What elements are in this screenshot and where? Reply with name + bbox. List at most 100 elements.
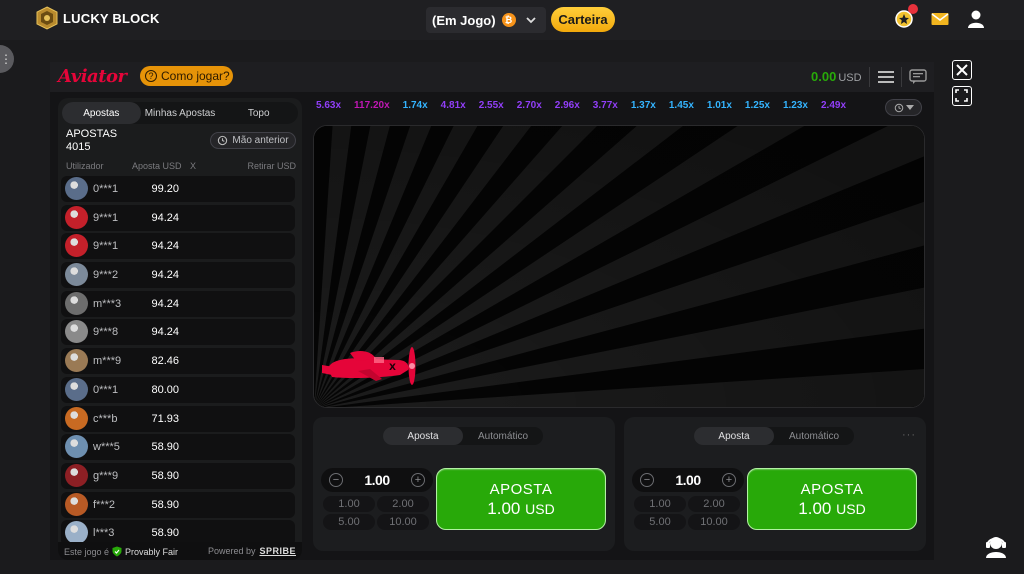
tab-auto[interactable]: Automático: [463, 427, 543, 445]
tab-bet[interactable]: Aposta: [383, 427, 463, 445]
username: f***2: [93, 498, 116, 511]
quick-amount-10[interactable]: 10.00: [688, 514, 740, 530]
place-bet-currency: USD: [525, 501, 555, 517]
logo-icon: [36, 6, 58, 30]
username: 9***1: [93, 240, 119, 253]
avatar: [65, 234, 88, 258]
menu-icon[interactable]: [878, 70, 894, 84]
how-to-play-button[interactable]: ? Como jogar?: [140, 66, 233, 86]
history-dropdown-button[interactable]: [885, 99, 922, 116]
close-icon: [956, 64, 968, 76]
game-status-selector[interactable]: (Em Jogo) ₿: [426, 7, 546, 33]
caret-down-icon: [905, 104, 914, 110]
place-bet-button[interactable]: APOSTA 1.00 USD: [747, 468, 917, 530]
mail-icon: [931, 13, 949, 25]
bet-panel-1: Aposta Automático − 1.00 + 1.00 2.00 5.0…: [313, 417, 615, 551]
quick-amount-2[interactable]: 2.00: [377, 496, 429, 512]
multiplier-chip: 4.81x: [440, 100, 466, 111]
bet-amount-input[interactable]: 1.00: [353, 472, 401, 488]
multiplier-chip: 1.25x: [744, 100, 770, 111]
more-dots-icon: ⋮: [0, 52, 12, 66]
tab-top[interactable]: Topo: [219, 102, 298, 124]
bet-row: 0***1 99.20: [61, 176, 295, 202]
remove-panel-icon[interactable]: ···: [902, 429, 916, 441]
quick-amount-1[interactable]: 1.00: [323, 496, 375, 512]
spribe-logo[interactable]: SPRIBE: [259, 546, 296, 556]
increase-button[interactable]: +: [411, 473, 425, 487]
header-divider: [901, 67, 902, 87]
tab-my-bets[interactable]: Minhas Apostas: [141, 102, 220, 124]
previous-hand-button[interactable]: Mão anterior: [210, 132, 296, 149]
quick-amount-5[interactable]: 5.00: [323, 514, 375, 530]
increase-button[interactable]: +: [722, 473, 736, 487]
bet-amount: 94.24: [151, 297, 179, 310]
wallet-button[interactable]: Carteira: [551, 7, 615, 32]
bet-row: g***9 58.90: [61, 462, 295, 489]
bet-amount-input[interactable]: 1.00: [664, 472, 712, 488]
rewards-button[interactable]: [894, 4, 918, 29]
avatar: [65, 205, 88, 229]
bets-count-value: 4015: [66, 141, 91, 153]
avatar: [65, 349, 88, 373]
fullscreen-icon: [955, 89, 968, 102]
place-bet-button[interactable]: APOSTA 1.00 USD: [436, 468, 606, 530]
avatar: [65, 320, 88, 344]
bet-amount: 80.00: [151, 383, 179, 396]
username: 9***8: [93, 326, 119, 339]
avatar: [65, 492, 88, 516]
quick-amount-2[interactable]: 2.00: [688, 496, 740, 512]
bet-row: m***3 94.24: [61, 290, 295, 317]
username: g***9: [93, 469, 119, 482]
avatar: [65, 406, 88, 430]
lucky-block-logo[interactable]: LUCKY BLOCK: [36, 6, 160, 30]
username: m***3: [93, 297, 122, 310]
balance-display: 0.00 USD: [811, 69, 862, 84]
side-menu-toggle[interactable]: ⋮: [0, 45, 14, 73]
multiplier-chip: 5.63x: [316, 100, 342, 111]
chat-icon[interactable]: [909, 69, 927, 85]
bet-panel-2: Aposta Automático ··· − 1.00 + 1.00 2.00…: [624, 417, 926, 551]
history-icon: [894, 103, 903, 112]
provably-fair-footer: Este jogo é Provably Fair Powered by SPR…: [58, 542, 302, 560]
bet-row: w***5 58.90: [61, 434, 295, 461]
close-game-button[interactable]: [952, 60, 972, 80]
place-bet-amount: 1.00: [487, 499, 521, 518]
col-cashout: Retirar USD: [247, 161, 296, 171]
quick-amount-10[interactable]: 10.00: [377, 514, 429, 530]
account-button[interactable]: [966, 9, 986, 29]
tab-auto[interactable]: Automático: [774, 427, 854, 445]
messages-button[interactable]: [930, 9, 950, 29]
bet-amount-stepper: − 1.00 +: [321, 468, 433, 492]
bet-amount: 71.93: [151, 412, 179, 425]
bets-count: APOSTAS 4015: [66, 128, 117, 154]
provably-fair-link[interactable]: Provably Fair: [125, 547, 178, 557]
bet-mode-tabs: Aposta Automático: [694, 427, 854, 445]
quick-amount-5[interactable]: 5.00: [634, 514, 686, 530]
multiplier-chip: 1.23x: [782, 100, 808, 111]
tab-bet[interactable]: Aposta: [694, 427, 774, 445]
support-chat-icon[interactable]: [983, 533, 1009, 559]
username: c***b: [93, 412, 118, 425]
tab-all-bets[interactable]: Apostas: [62, 102, 141, 124]
svg-text:X: X: [389, 363, 396, 373]
bet-amount: 94.24: [151, 211, 179, 224]
decrease-button[interactable]: −: [640, 473, 654, 487]
username: l***3: [93, 527, 115, 540]
game-stage: X: [313, 125, 925, 408]
username: 9***1: [93, 211, 119, 224]
quick-amount-1[interactable]: 1.00: [634, 496, 686, 512]
bet-row: f***2 58.90: [61, 491, 295, 518]
avatar: [65, 521, 88, 545]
multiplier-chip: 1.45x: [668, 100, 694, 111]
how-to-play-label: Como jogar?: [161, 69, 230, 83]
fullscreen-button[interactable]: [952, 86, 972, 106]
all-bets-panel: Apostas Minhas Apostas Topo APOSTAS 4015…: [58, 98, 302, 560]
decrease-button[interactable]: −: [329, 473, 343, 487]
username: m***9: [93, 355, 122, 368]
bet-row: 9***2 94.24: [61, 262, 295, 289]
multiplier-chip: 2.49x: [820, 100, 847, 111]
avatar: [65, 177, 88, 200]
chevron-down-icon: [525, 17, 536, 24]
col-user: Utilizador: [66, 161, 104, 171]
bet-row: c***b 71.93: [61, 405, 295, 432]
